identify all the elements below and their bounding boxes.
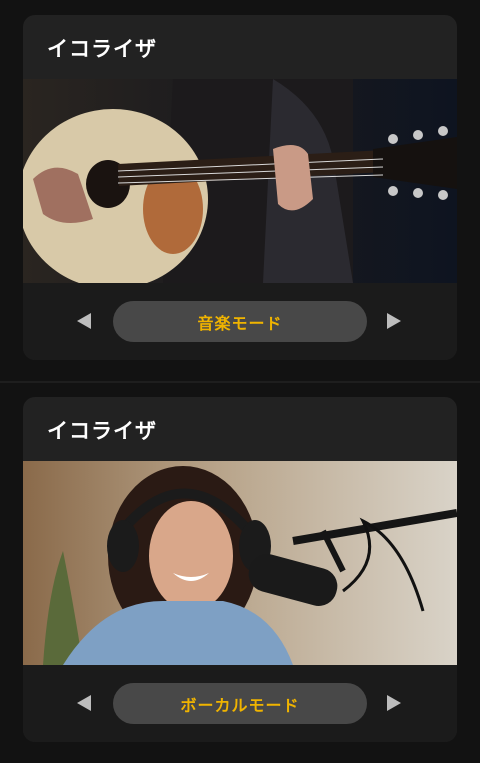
mode-selector: 音楽モード <box>23 283 457 360</box>
card-title: イコライザ <box>47 419 157 443</box>
previous-mode-arrow-icon[interactable] <box>77 695 91 711</box>
previous-mode-arrow-icon[interactable] <box>77 313 91 329</box>
equalizer-card-vocal: イコライザ ボーカルモード <box>23 397 457 742</box>
mode-selector: ボーカルモード <box>23 665 457 742</box>
guitar-photo <box>23 79 457 283</box>
equalizer-card-music: イコライザ 音楽モード <box>23 15 457 360</box>
next-mode-arrow-icon[interactable] <box>387 313 401 329</box>
card-title: イコライザ <box>47 37 157 61</box>
mode-button[interactable]: ボーカルモード <box>113 683 367 724</box>
podcast-microphone-photo <box>23 461 457 665</box>
mode-button[interactable]: 音楽モード <box>113 301 367 342</box>
section-divider <box>0 381 480 383</box>
next-mode-arrow-icon[interactable] <box>387 695 401 711</box>
